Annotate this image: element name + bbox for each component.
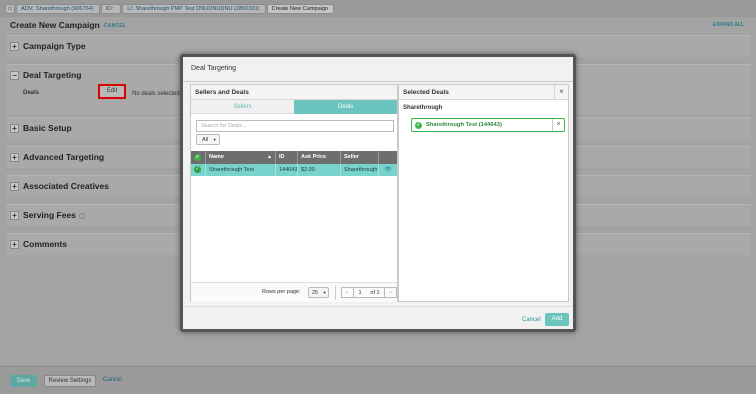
section-title[interactable]: Campaign Type	[23, 41, 86, 51]
tab-sellers[interactable]: Sellers	[191, 100, 294, 114]
pagination: Rows per page: 25 ▼ ← 1 of 1 →	[191, 282, 397, 302]
deals-status: No deals selected	[132, 91, 180, 97]
column-header-seller[interactable]: Seller	[340, 151, 378, 164]
tab-deals[interactable]: Deals	[294, 100, 397, 114]
breadcrumb-prefix: LI:	[127, 6, 134, 12]
rows-per-page-value: 25	[312, 290, 319, 296]
view-cell: 👁	[378, 164, 397, 176]
footer-cancel-link[interactable]: Cancel	[103, 377, 122, 383]
check-icon: ✓	[194, 154, 201, 161]
page-cancel-link[interactable]: CANCEL	[104, 23, 126, 29]
breadcrumb-io[interactable]: IO:	[100, 4, 122, 14]
breadcrumb-line-item[interactable]: LI: Sharethrough PMP Test DNUDNUDNU (286…	[122, 4, 266, 14]
review-settings-button[interactable]: Review Settings	[44, 375, 96, 387]
breadcrumb-label: Sharethrough (906764)	[35, 6, 94, 12]
breadcrumb-label: Sharethrough PMP Test DNUDNUDNU (2860301…	[135, 6, 260, 12]
prev-page-icon[interactable]: ←	[342, 288, 354, 297]
column-header-actions	[378, 151, 397, 164]
breadcrumb-label: Create New Campaign	[271, 6, 329, 12]
breadcrumb-prefix: ADV:	[21, 6, 34, 12]
selected-deal-chip: ✓ Sharethrough Test (144643) ×	[411, 118, 565, 132]
breadcrumb-prefix: IO:	[105, 6, 114, 12]
select-all-cell[interactable]: ✓	[191, 151, 205, 164]
ask-price-cell: $2.00	[297, 164, 340, 176]
modal-title: Deal Targeting	[191, 65, 237, 72]
rows-per-page-label: Rows per page:	[262, 289, 301, 295]
divider	[335, 286, 336, 300]
deal-name-cell: Sharethrough Test	[205, 164, 275, 176]
remove-deal-icon[interactable]: ×	[552, 119, 564, 131]
filter-select[interactable]: All ▼	[196, 134, 220, 145]
breadcrumb-bar: ⌂ ADV: Sharethrough (906764) IO: LI: Sha…	[0, 0, 756, 17]
expand-icon[interactable]: +	[10, 153, 19, 162]
info-icon[interactable]	[78, 212, 85, 219]
seller-cell: Sharethrough	[340, 164, 378, 176]
panel-title: Sellers and Deals	[191, 85, 397, 100]
table-header: ✓ Name ▲ ID Ask Price Seller	[191, 151, 397, 164]
breadcrumb-home[interactable]: ⌂	[5, 4, 15, 14]
deals-label: Deals	[23, 90, 40, 96]
selected-deal-label: Sharethrough Test (144643)	[426, 122, 502, 128]
expand-icon[interactable]: +	[10, 211, 19, 220]
check-icon: ✓	[415, 121, 422, 129]
breadcrumb-current: Create New Campaign	[266, 4, 335, 14]
breadcrumb-advertiser[interactable]: ADV: Sharethrough (906764)	[16, 4, 100, 14]
next-page-icon[interactable]: →	[384, 288, 396, 297]
section-title[interactable]: Deal Targeting	[23, 70, 81, 80]
section-title-text: Serving Fees	[23, 210, 76, 220]
modal-add-button[interactable]: Add	[545, 313, 569, 326]
section-title[interactable]: Basic Setup	[23, 123, 72, 133]
clear-all-icon[interactable]: ×	[554, 85, 568, 100]
row-select-cell[interactable]: ✓	[191, 164, 205, 176]
panel-title: Selected Deals	[399, 85, 568, 100]
filter-value: All	[202, 137, 209, 143]
selected-deals-panel: Selected Deals × Sharethrough ✓ Sharethr…	[398, 84, 569, 302]
sort-asc-icon: ▲	[267, 154, 272, 160]
breadcrumb: ⌂ ADV: Sharethrough (906764) IO: LI: Sha…	[5, 4, 335, 14]
seller-group-label: Sharethrough	[403, 105, 443, 111]
expand-icon[interactable]: +	[10, 240, 19, 249]
deal-search-input[interactable]: Search for Deals...	[196, 120, 394, 132]
page-count: of 1	[370, 289, 380, 296]
sellers-and-deals-panel: Sellers and Deals Sellers Deals Search f…	[190, 84, 398, 302]
page-number-input[interactable]: 1	[354, 290, 366, 296]
section-title[interactable]: Serving Fees	[23, 210, 85, 220]
column-label: Name	[209, 154, 224, 160]
section-title[interactable]: Advanced Targeting	[23, 152, 104, 162]
page-title: Create New Campaign	[10, 20, 100, 30]
save-button[interactable]: Save	[10, 375, 37, 387]
collapse-icon[interactable]: −	[10, 71, 19, 80]
column-header-ask-price[interactable]: Ask Price	[297, 151, 340, 164]
modal-cancel-button[interactable]: Cancel	[522, 317, 541, 323]
divider	[183, 81, 573, 82]
rows-per-page-select[interactable]: 25 ▼	[308, 287, 329, 298]
edit-deals-button[interactable]: Edit	[98, 84, 126, 99]
column-header-name[interactable]: Name ▲	[205, 151, 275, 164]
section-title[interactable]: Associated Creatives	[23, 181, 109, 191]
divider	[183, 306, 573, 307]
eye-icon[interactable]: 👁	[384, 167, 392, 173]
table-row[interactable]: ✓ Sharethrough Test 144643 $2.00 Shareth…	[191, 164, 397, 176]
caret-down-icon: ▼	[322, 290, 327, 295]
expand-icon[interactable]: +	[10, 42, 19, 51]
deal-id-cell: 144643	[275, 164, 297, 176]
expand-all-link[interactable]: EXPAND ALL	[713, 22, 744, 28]
home-icon: ⌂	[7, 5, 13, 12]
expand-icon[interactable]: +	[10, 182, 19, 191]
panel-tabs: Sellers Deals	[191, 100, 397, 114]
column-header-id[interactable]: ID	[275, 151, 297, 164]
check-icon: ✓	[194, 166, 201, 173]
deal-targeting-modal: Deal Targeting Sellers and Deals Sellers…	[180, 54, 576, 332]
expand-icon[interactable]: +	[10, 124, 19, 133]
page-navigator: ← 1 of 1 →	[341, 287, 397, 298]
caret-down-icon: ▼	[212, 137, 217, 142]
footer-bar: Save Review Settings Cancel	[0, 366, 756, 394]
section-title[interactable]: Comments	[23, 239, 67, 249]
